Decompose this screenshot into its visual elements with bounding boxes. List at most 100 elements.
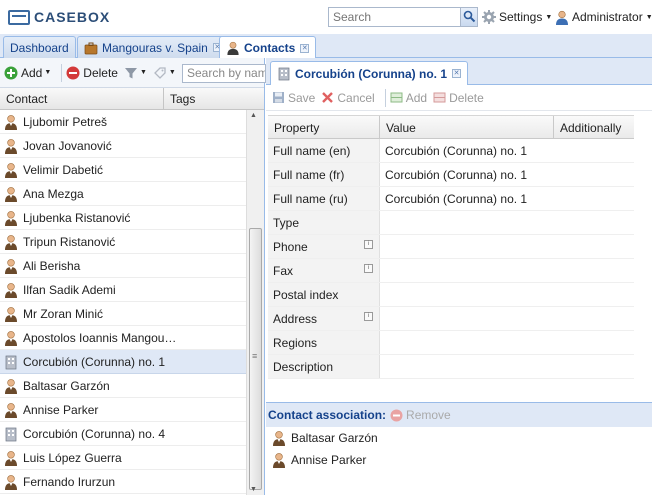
name-search-input[interactable]: Search by name: [182, 64, 266, 83]
save-button[interactable]: Save: [272, 91, 315, 105]
filter-button[interactable]: ▼: [124, 66, 147, 80]
scroll-up-icon[interactable]: ▲: [250, 112, 257, 119]
property-value[interactable]: [380, 283, 634, 306]
chevron-down-icon: ▼: [139, 69, 147, 76]
contact-row[interactable]: Tripun Ristanović: [0, 230, 246, 254]
property-label: Phone: [273, 240, 308, 254]
add-icon: [4, 66, 18, 79]
contact-name: Ilfan Sadik Ademi: [23, 282, 116, 297]
column-tags[interactable]: Tags: [164, 88, 201, 109]
info-icon[interactable]: i: [364, 240, 373, 249]
contact-row[interactable]: Ilfan Sadik Ademi: [0, 278, 246, 302]
tab-mangouras-v-spain[interactable]: Mangouras v. Spain ✕: [77, 36, 229, 58]
list-scrollbar[interactable]: ▲ ▼: [246, 110, 264, 495]
search-button[interactable]: [460, 8, 477, 26]
remove-button[interactable]: Remove: [390, 408, 451, 422]
property-value[interactable]: [380, 355, 634, 378]
contact-row[interactable]: Corcubión (Corunna) no. 4: [0, 422, 246, 446]
person-icon: [5, 330, 17, 346]
add-row-button[interactable]: Add: [390, 91, 427, 105]
column-value[interactable]: Value: [380, 116, 554, 138]
chevron-down-icon: ▼: [645, 13, 652, 21]
delete-button[interactable]: Delete: [66, 66, 118, 80]
contact-row[interactable]: Apostolos Ioannis Mangou…: [0, 326, 246, 350]
contacts-list: Ljubomir Petreš Jovan Jovanović Velimir Da…: [0, 110, 246, 495]
delete-row-button[interactable]: Delete: [433, 91, 484, 105]
contact-row[interactable]: Ali Berisha: [0, 254, 246, 278]
property-name: Address i: [268, 307, 380, 330]
property-value[interactable]: [380, 259, 634, 282]
person-icon: [5, 282, 17, 298]
contact-row[interactable]: Baltasar Garzón: [0, 374, 246, 398]
property-value[interactable]: Corcubión (Corunna) no. 1: [380, 139, 634, 162]
property-row[interactable]: Postal index: [268, 283, 634, 307]
chevron-down-icon: ▼: [168, 69, 176, 76]
person-icon: [5, 306, 17, 322]
person-icon: [5, 258, 17, 274]
contact-row[interactable]: Jovan Jovanović: [0, 134, 246, 158]
tab-contact-detail[interactable]: Corcubión (Corunna) no. 1 ✕: [270, 61, 468, 85]
top-header: CASEBOX Settings ▼ Administrator ▼: [0, 0, 652, 34]
column-contact[interactable]: Contact: [0, 88, 164, 109]
user-menu[interactable]: Administrator ▼: [555, 9, 652, 25]
tab-dashboard[interactable]: Dashboard: [3, 36, 76, 58]
property-value[interactable]: [380, 211, 634, 234]
property-row[interactable]: Description: [268, 355, 634, 379]
gear-icon: [482, 10, 496, 24]
property-name: Full name (fr): [268, 163, 380, 186]
scroll-down-icon[interactable]: ▼: [250, 486, 257, 493]
property-value[interactable]: [380, 307, 634, 330]
settings-menu[interactable]: Settings ▼: [482, 9, 552, 25]
property-label: Type: [273, 216, 300, 230]
property-row[interactable]: Fax i: [268, 259, 634, 283]
property-row[interactable]: Full name (fr) Corcubión (Corunna) no. 1: [268, 163, 634, 187]
contact-name: Corcubión (Corunna) no. 1: [23, 354, 166, 369]
tab-label: Dashboard: [10, 40, 69, 55]
close-icon[interactable]: ✕: [452, 69, 461, 78]
info-icon[interactable]: i: [364, 264, 373, 273]
contact-row[interactable]: Mr Zoran Minić: [0, 302, 246, 326]
person-icon: [5, 234, 17, 250]
property-row[interactable]: Phone i: [268, 235, 634, 259]
delete-row-icon: [433, 92, 446, 103]
property-value[interactable]: Corcubión (Corunna) no. 1: [380, 187, 634, 210]
property-row[interactable]: Regions: [268, 331, 634, 355]
contact-name: Fernando Irurzun: [23, 474, 116, 489]
association-item[interactable]: Annise Parker: [266, 449, 652, 471]
app-logo[interactable]: CASEBOX: [8, 8, 110, 26]
property-value[interactable]: [380, 331, 634, 354]
tag-button[interactable]: ▼: [153, 66, 176, 80]
property-label: Fax: [273, 264, 294, 278]
contact-row[interactable]: Annise Parker: [0, 398, 246, 422]
contact-row[interactable]: Ljubomir Petreš: [0, 110, 246, 134]
property-row[interactable]: Address i: [268, 307, 634, 331]
association-item[interactable]: Baltasar Garzón: [266, 427, 652, 449]
property-label: Description: [273, 360, 334, 374]
contact-row[interactable]: Fernando Irurzun: [0, 470, 246, 494]
property-value[interactable]: [380, 235, 634, 258]
global-search-input[interactable]: [329, 8, 460, 26]
contact-row[interactable]: Corcubión (Corunna) no. 1: [0, 350, 246, 374]
logo-text: CASEBOX: [34, 9, 111, 25]
property-row[interactable]: Full name (en) Corcubión (Corunna) no. 1: [268, 139, 634, 163]
contact-name: Mr Zoran Minić: [23, 306, 104, 321]
scrollbar-thumb[interactable]: [249, 228, 262, 490]
property-value[interactable]: Corcubión (Corunna) no. 1: [380, 163, 634, 186]
contact-row[interactable]: Velimir Dabetić: [0, 158, 246, 182]
property-name: Description: [268, 355, 380, 378]
person-icon: [5, 474, 17, 490]
column-property[interactable]: Property: [268, 116, 380, 138]
add-button[interactable]: Add ▼: [4, 66, 51, 80]
property-row[interactable]: Type: [268, 211, 634, 235]
contact-row[interactable]: Ana Mezga: [0, 182, 246, 206]
close-icon[interactable]: ✕: [300, 43, 310, 53]
contact-name: Ana Mezga: [23, 186, 84, 201]
contact-row[interactable]: Luis López Guerra: [0, 446, 246, 470]
tab-contacts[interactable]: Contacts ✕: [219, 36, 317, 59]
tag-icon: [154, 66, 166, 79]
contact-row[interactable]: Ljubenka Ristanović: [0, 206, 246, 230]
column-additionally[interactable]: Additionally: [554, 116, 634, 138]
property-row[interactable]: Full name (ru) Corcubión (Corunna) no. 1: [268, 187, 634, 211]
cancel-button[interactable]: Cancel: [321, 91, 375, 105]
info-icon[interactable]: i: [364, 312, 373, 321]
